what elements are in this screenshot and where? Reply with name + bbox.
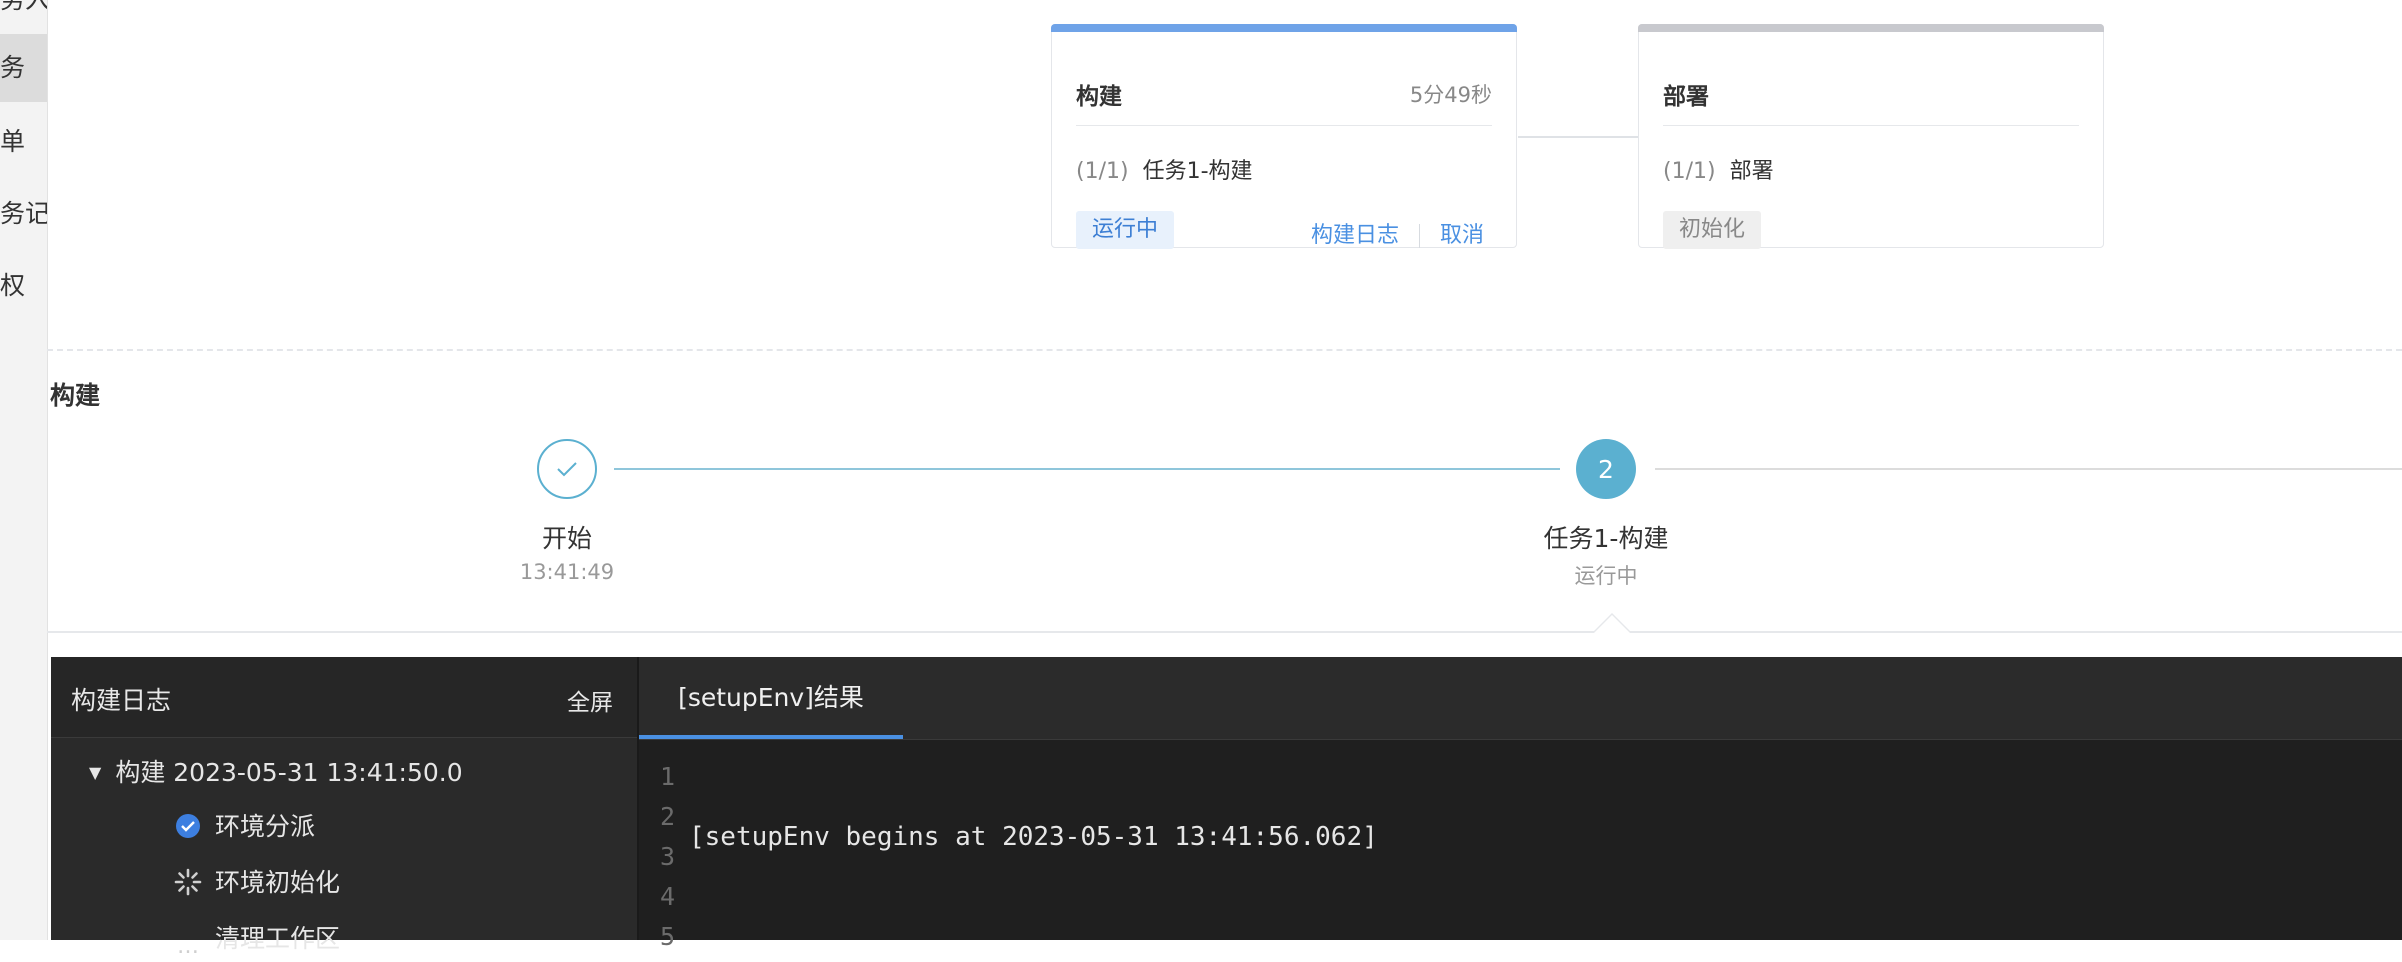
stage-card-build[interactable]: 构建 5分49秒 (1/1) 任务1-构建 运行中 构建日志 取消	[1051, 24, 1517, 249]
sidebar-item-3[interactable]: 单	[0, 108, 47, 176]
build-log-link[interactable]: 构建日志	[1311, 223, 1399, 248]
stage-divider	[1076, 125, 1492, 126]
step-label-job: 任务1-构建	[1543, 524, 1669, 553]
stage-duration: 5分49秒	[1409, 83, 1492, 107]
job-name: 部署	[1729, 159, 1774, 184]
status-badge-running: 运行中	[1076, 211, 1175, 249]
stage-accent-bar	[1051, 24, 1517, 32]
status-badge-init: 初始化	[1663, 211, 1762, 249]
tree-item-env-init[interactable]: 环境初始化	[173, 863, 340, 899]
cancel-link[interactable]: 取消	[1440, 223, 1484, 248]
sidebar-item-4[interactable]: 务记	[0, 180, 47, 248]
caret-down-icon: ▼	[89, 763, 102, 782]
step-time-start: 13:41:49	[519, 560, 615, 584]
ellipsis-icon: …	[177, 934, 199, 959]
section-divider	[47, 349, 2402, 351]
line-number: 1	[659, 762, 675, 791]
stage-divider	[1663, 125, 2079, 126]
check-icon	[557, 462, 577, 477]
sidebar-item-5[interactable]: 权	[0, 252, 47, 320]
sidebar-item-2[interactable]: 务	[0, 34, 47, 102]
step-label-start: 开始	[541, 524, 592, 553]
fullscreen-button[interactable]: 全屏	[567, 683, 613, 717]
log-title: 构建日志	[71, 686, 172, 715]
step-active-circle[interactable]: 2	[1576, 439, 1636, 499]
stage-title: 构建	[1076, 84, 1122, 110]
step-pending-line	[1655, 468, 2402, 470]
stage-connector	[1518, 136, 1638, 138]
stage-title: 部署	[1663, 84, 1709, 110]
line-number: 5	[659, 922, 675, 951]
stage-job: (1/1) 部署	[1663, 153, 1774, 185]
log-output-pane: [setupEnv]结果 1 2 3 4 5 [setupEnv begins …	[639, 657, 2402, 951]
steps-bottom-border	[47, 631, 2402, 633]
action-divider	[1418, 224, 1420, 248]
section-title: 构建	[50, 381, 101, 410]
stage-job: (1/1) 任务1-构建	[1076, 153, 1253, 185]
log-line: [setupEnv begins at 2023-05-31 13:41:56.…	[689, 822, 1378, 852]
line-number: 4	[659, 882, 675, 911]
job-name: 任务1-构建	[1142, 159, 1253, 184]
job-index: (1/1)	[1663, 159, 1716, 184]
spinner-icon	[174, 868, 202, 896]
step-status-job: 运行中	[1574, 564, 1638, 588]
step-done-circle[interactable]	[537, 439, 597, 499]
line-number: 3	[659, 842, 675, 871]
log-header: 构建日志 全屏	[51, 657, 637, 738]
line-number-gutter: 1 2 3 4 5	[639, 757, 675, 957]
tree-root-build[interactable]: ▼ 构建 2023-05-31 13:41:50.0	[89, 753, 463, 789]
log-tree-pane: 构建日志 全屏 ▼构建 2023-05-31 13:41:50.0 环境分派	[51, 657, 639, 959]
job-index: (1/1)	[1076, 159, 1129, 184]
sidebar-item-1[interactable]: 务入	[0, 0, 47, 34]
tree-item-clean-workspace[interactable]: … 清理工作区	[173, 919, 340, 962]
log-tab-bar: [setupEnv]结果	[639, 657, 2402, 740]
stage-actions: 构建日志 取消	[1311, 217, 1484, 249]
stage-card-deploy[interactable]: 部署 (1/1) 部署 初始化	[1638, 24, 2104, 249]
line-number: 2	[659, 802, 675, 831]
step-number: 2	[1598, 454, 1614, 484]
check-circle-icon	[176, 814, 200, 838]
stage-accent-bar	[1638, 24, 2104, 32]
left-sidebar: 务入 务 单 务记 权	[0, 0, 48, 940]
active-step-pointer	[1592, 613, 1632, 633]
tree-item-env-dispatch[interactable]: 环境分派	[173, 807, 315, 843]
tab-setupenv-result[interactable]: [setupEnv]结果	[639, 657, 903, 739]
build-log-panel: 构建日志 全屏 ▼构建 2023-05-31 13:41:50.0 环境分派	[51, 657, 2402, 959]
step-progress-line	[614, 468, 1560, 470]
log-output[interactable]: [setupEnv begins at 2023-05-31 13:41:56.…	[689, 757, 1378, 917]
